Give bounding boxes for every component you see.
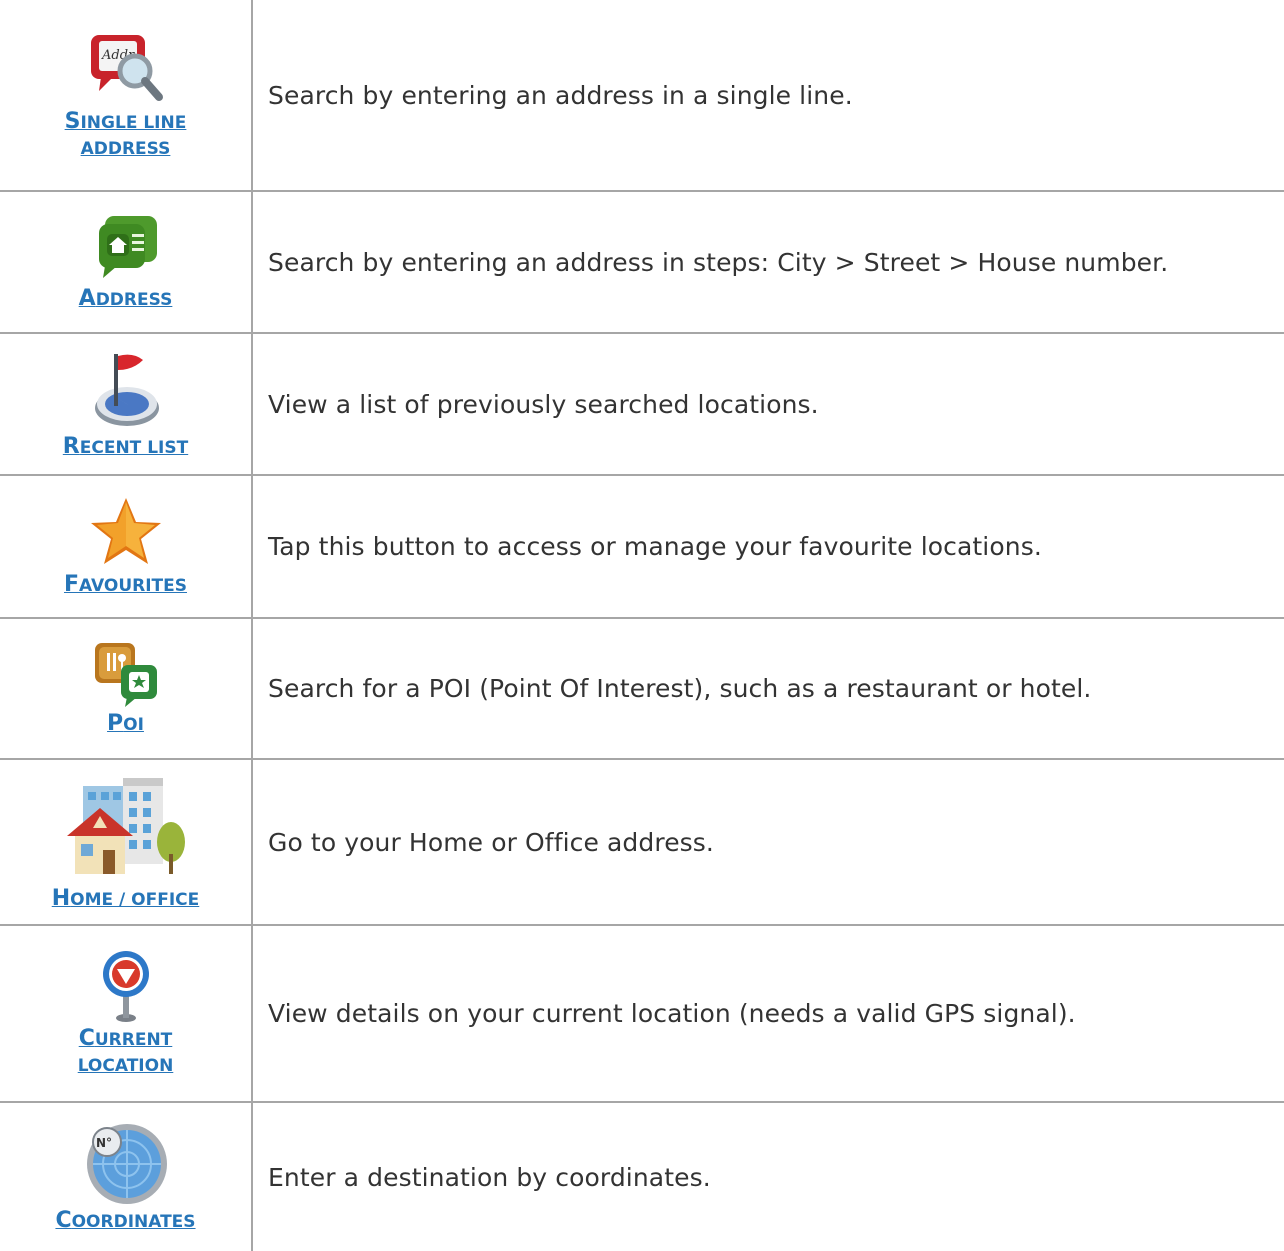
address-icon: [98, 215, 157, 278]
single-line-address-icon: Addr: [90, 34, 163, 101]
table-row: N° Coordinates Enter a destination by co…: [0, 1101, 1284, 1251]
option-description: Search for a POI (Point Of Interest), su…: [252, 617, 1284, 759]
option-description: Enter a destination by coordinates.: [252, 1101, 1284, 1251]
link-line-1: Home / Office: [51, 885, 200, 911]
poi-icon: [94, 643, 157, 707]
coordinates-link[interactable]: Coordinates: [55, 1208, 195, 1235]
favourites-link[interactable]: Favourites: [64, 572, 187, 599]
home-office-link[interactable]: Home / Office: [52, 886, 200, 913]
option-description: Go to your Home or Office address.: [252, 758, 1284, 925]
link-line-1: Recent List: [62, 433, 189, 459]
option-cell: Recent List: [0, 332, 253, 475]
option-description: Search by entering an address in a singl…: [268, 80, 853, 110]
option-description: Search by entering an address in steps: …: [252, 190, 1284, 333]
recent-list-link[interactable]: Recent List: [63, 434, 188, 461]
current-location-link[interactable]: Current Location: [78, 1026, 174, 1079]
favourites-star-icon: [90, 498, 161, 564]
address-link[interactable]: Address: [79, 286, 173, 313]
link-line-2: Address: [80, 138, 171, 159]
table-row: Addr Single Line Address Search by enter…: [0, 0, 1284, 191]
option-cell: Favourites: [0, 474, 253, 618]
coordinates-icon: N°: [86, 1123, 167, 1204]
option-description: View details on your current location (n…: [252, 924, 1284, 1102]
link-line-1: Address: [78, 285, 173, 311]
option-cell: Current Location: [0, 924, 253, 1102]
home-office-icon: [66, 777, 185, 874]
table-row: Home / Office Go to your Home or Office …: [0, 758, 1284, 925]
recent-list-icon: [94, 353, 159, 426]
coordinates-badge-text: N°: [96, 1136, 112, 1150]
search-options-table: Addr Single Line Address Search by enter…: [0, 0, 1284, 1251]
current-location-icon: [102, 951, 149, 1022]
option-cell: Address: [0, 190, 253, 333]
option-cell: Addr Single Line Address: [0, 0, 253, 191]
link-line-1: Favourites: [63, 572, 188, 597]
option-description: View a list of previously searched locat…: [252, 332, 1284, 475]
link-line-1: Current: [78, 1026, 173, 1051]
link-line-2: Location: [77, 1056, 174, 1076]
option-cell: Home / Office: [0, 758, 253, 925]
link-line-1: Coordinates: [55, 1207, 196, 1233]
link-line-1: Single Line: [64, 108, 187, 134]
option-description: Tap this button to access or manage your…: [252, 474, 1284, 618]
link-line-1: POI: [107, 711, 144, 736]
table-row: Current Location View details on your cu…: [0, 924, 1284, 1102]
table-row: Address Search by entering an address in…: [0, 190, 1284, 333]
poi-link[interactable]: POI: [107, 711, 144, 738]
table-row: Recent List View a list of previously se…: [0, 332, 1284, 475]
single-line-address-link[interactable]: Single Line Address: [65, 109, 187, 162]
option-cell: N° Coordinates: [0, 1101, 253, 1251]
table-row: POI Search for a POI (Point Of Interest)…: [0, 617, 1284, 759]
option-cell: POI: [0, 617, 253, 759]
table-row: Favourites Tap this button to access or …: [0, 474, 1284, 618]
